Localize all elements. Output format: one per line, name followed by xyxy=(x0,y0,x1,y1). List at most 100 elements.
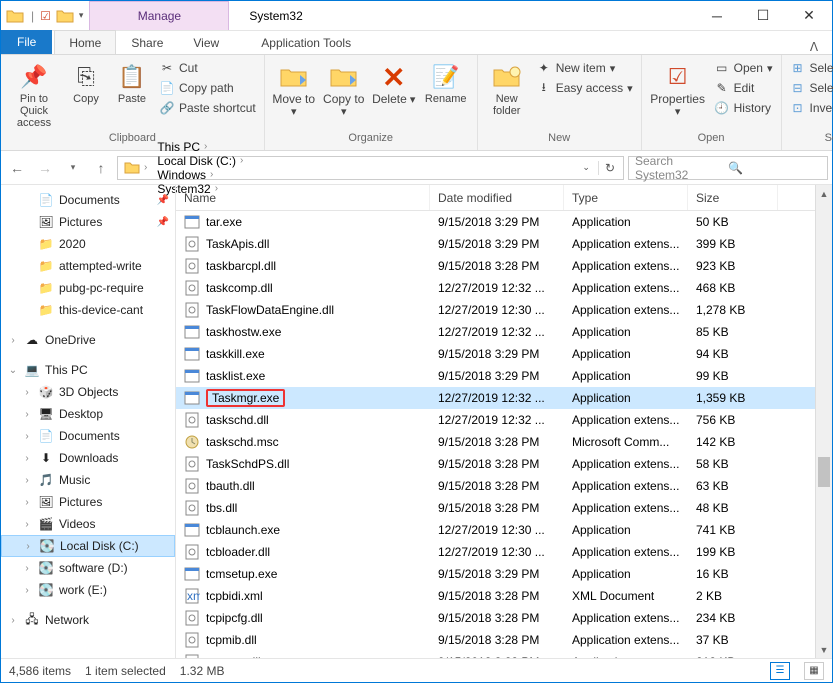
file-row[interactable]: taskschd.msc9/15/2018 3:28 PMMicrosoft C… xyxy=(176,431,815,453)
search-input[interactable]: Search System32 🔍 xyxy=(628,156,828,180)
twisty-icon[interactable]: ⌄ xyxy=(7,365,19,376)
breadcrumb-item[interactable]: Local Disk (C:)› xyxy=(153,154,247,168)
qat-newfolder-icon[interactable] xyxy=(55,6,75,26)
file-row[interactable]: taskbarcpl.dll9/15/2018 3:28 PMApplicati… xyxy=(176,255,815,277)
properties-button[interactable]: ☑ Properties ▾ xyxy=(648,57,708,118)
tree-item[interactable]: ›📄Documents xyxy=(1,425,175,447)
twisty-icon[interactable]: › xyxy=(21,585,33,596)
new-folder-button[interactable]: New folder xyxy=(484,57,530,117)
breadcrumb-item[interactable]: This PC› xyxy=(153,140,247,154)
tab-home[interactable]: Home xyxy=(54,30,116,54)
maximize-button[interactable]: ☐ xyxy=(740,1,786,30)
file-row[interactable]: tcpipcfg.dll9/15/2018 3:28 PMApplication… xyxy=(176,607,815,629)
col-size[interactable]: Size xyxy=(688,185,778,210)
paste-shortcut-button[interactable]: 🔗Paste shortcut xyxy=(157,99,258,117)
tree-item[interactable]: ›🎲3D Objects xyxy=(1,381,175,403)
pin-quick-access-button[interactable]: 📌 Pin to Quick access xyxy=(7,57,61,129)
file-row[interactable]: tcpmib.dll9/15/2018 3:28 PMApplication e… xyxy=(176,629,815,651)
file-row[interactable]: taskhostw.exe12/27/2019 12:32 ...Applica… xyxy=(176,321,815,343)
tree-item[interactable]: ›💽software (D:) xyxy=(1,557,175,579)
tree-item[interactable]: ›🖧Network xyxy=(1,609,175,631)
back-button[interactable]: ← xyxy=(5,156,29,180)
tab-file[interactable]: File xyxy=(1,30,52,54)
tree-item[interactable]: ›💽Local Disk (C:) xyxy=(1,535,175,557)
tree-item[interactable]: 📁this-device-cant xyxy=(1,299,175,321)
context-tab-manage[interactable]: Manage xyxy=(89,1,229,30)
twisty-icon[interactable]: › xyxy=(21,387,33,398)
tree-item[interactable]: 📁pubg-pc-require xyxy=(1,277,175,299)
tree-item[interactable]: 📁2020 xyxy=(1,233,175,255)
recent-locations-button[interactable]: ▾ xyxy=(61,156,85,180)
twisty-icon[interactable]: › xyxy=(21,431,33,442)
breadcrumb-item[interactable]: Windows› xyxy=(153,168,247,182)
file-row[interactable]: taskcomp.dll12/27/2019 12:32 ...Applicat… xyxy=(176,277,815,299)
file-row[interactable]: taskkill.exe9/15/2018 3:29 PMApplication… xyxy=(176,343,815,365)
minimize-button[interactable]: ─ xyxy=(694,1,740,30)
cut-button[interactable]: ✂Cut xyxy=(157,59,258,77)
history-button[interactable]: 🕘History xyxy=(712,99,775,117)
edit-button[interactable]: ✎Edit xyxy=(712,79,775,97)
qat-dropdown-icon[interactable]: ▾ xyxy=(79,10,84,21)
open-button[interactable]: ▭Open ▾ xyxy=(712,59,775,77)
tree-item[interactable]: ›💽work (E:) xyxy=(1,579,175,601)
column-headers[interactable]: Name Date modified Type Size xyxy=(176,185,815,211)
tab-view[interactable]: View xyxy=(178,30,234,54)
col-date[interactable]: Date modified xyxy=(430,185,564,210)
navigation-tree[interactable]: 📄Documents📌🖼Pictures📌📁2020📁attempted-wri… xyxy=(1,185,176,658)
twisty-icon[interactable]: › xyxy=(21,563,33,574)
tree-item[interactable]: 📄Documents📌 xyxy=(1,189,175,211)
copy-button[interactable]: ⎘ Copy xyxy=(65,57,107,105)
col-type[interactable]: Type xyxy=(564,185,688,210)
file-row[interactable]: Taskmgr.exe12/27/2019 12:32 ...Applicati… xyxy=(176,387,815,409)
file-row[interactable]: TaskSchdPS.dll9/15/2018 3:28 PMApplicati… xyxy=(176,453,815,475)
details-view-button[interactable]: ☰ xyxy=(770,662,790,680)
copy-path-button[interactable]: 📄Copy path xyxy=(157,79,258,97)
twisty-icon[interactable]: › xyxy=(7,615,19,626)
select-none-button[interactable]: ⊟Select none xyxy=(788,79,833,97)
ribbon-collapse-icon[interactable]: ᐱ xyxy=(796,40,832,54)
forward-button[interactable]: → xyxy=(33,156,57,180)
qat-properties-icon[interactable]: ☑ xyxy=(40,9,51,23)
file-row[interactable]: tar.exe9/15/2018 3:29 PMApplication50 KB xyxy=(176,211,815,233)
file-row[interactable]: tcpmon.dll9/15/2018 3:28 PMApplication e… xyxy=(176,651,815,658)
copy-to-button[interactable]: Copy to ▾ xyxy=(321,57,367,118)
tree-item[interactable]: 🖼Pictures📌 xyxy=(1,211,175,233)
file-row[interactable]: TaskFlowDataEngine.dll12/27/2019 12:30 .… xyxy=(176,299,815,321)
twisty-icon[interactable]: › xyxy=(21,453,33,464)
file-row[interactable]: tbs.dll9/15/2018 3:28 PMApplication exte… xyxy=(176,497,815,519)
up-button[interactable]: ↑ xyxy=(89,156,113,180)
tab-application-tools[interactable]: Application Tools xyxy=(236,30,376,54)
tree-item[interactable]: ⌄💻This PC xyxy=(1,359,175,381)
file-row[interactable]: tbauth.dll9/15/2018 3:28 PMApplication e… xyxy=(176,475,815,497)
tree-item[interactable]: ›🖼Pictures xyxy=(1,491,175,513)
delete-button[interactable]: ✕ Delete ▾ xyxy=(371,57,417,106)
twisty-icon[interactable]: › xyxy=(21,475,33,486)
file-row[interactable]: tasklist.exe9/15/2018 3:29 PMApplication… xyxy=(176,365,815,387)
select-all-button[interactable]: ⊞Select all xyxy=(788,59,833,77)
tree-item[interactable]: ›🖥Desktop xyxy=(1,403,175,425)
twisty-icon[interactable]: › xyxy=(21,519,33,530)
twisty-icon[interactable]: › xyxy=(21,497,33,508)
scroll-track[interactable] xyxy=(816,202,832,641)
file-row[interactable]: tcblaunch.exe12/27/2019 12:30 ...Applica… xyxy=(176,519,815,541)
close-button[interactable]: ✕ xyxy=(786,1,832,30)
col-name[interactable]: Name xyxy=(176,185,430,210)
tree-item[interactable]: ›🎵Music xyxy=(1,469,175,491)
twisty-icon[interactable]: › xyxy=(22,541,34,552)
move-to-button[interactable]: Move to ▾ xyxy=(271,57,317,118)
tree-item[interactable]: ›🎬Videos xyxy=(1,513,175,535)
twisty-icon[interactable]: › xyxy=(21,409,33,420)
tree-item[interactable]: 📁attempted-write xyxy=(1,255,175,277)
file-row[interactable]: TaskApis.dll9/15/2018 3:29 PMApplication… xyxy=(176,233,815,255)
tree-item[interactable]: ›☁OneDrive xyxy=(1,329,175,351)
scroll-down-icon[interactable]: ▼ xyxy=(816,641,832,658)
file-row[interactable]: tcbloader.dll12/27/2019 12:30 ...Applica… xyxy=(176,541,815,563)
file-rows[interactable]: tar.exe9/15/2018 3:29 PMApplication50 KB… xyxy=(176,211,815,658)
scrollbar[interactable]: ▲ ▼ xyxy=(815,185,832,658)
file-row[interactable]: xmltcpbidi.xml9/15/2018 3:28 PMXML Docum… xyxy=(176,585,815,607)
new-item-button[interactable]: ✦New item ▾ xyxy=(534,59,635,77)
file-row[interactable]: tcmsetup.exe9/15/2018 3:29 PMApplication… xyxy=(176,563,815,585)
refresh-button[interactable]: ↻ xyxy=(598,161,621,175)
easy-access-button[interactable]: ⭳Easy access ▾ xyxy=(534,79,635,97)
tree-item[interactable]: ›⬇Downloads xyxy=(1,447,175,469)
